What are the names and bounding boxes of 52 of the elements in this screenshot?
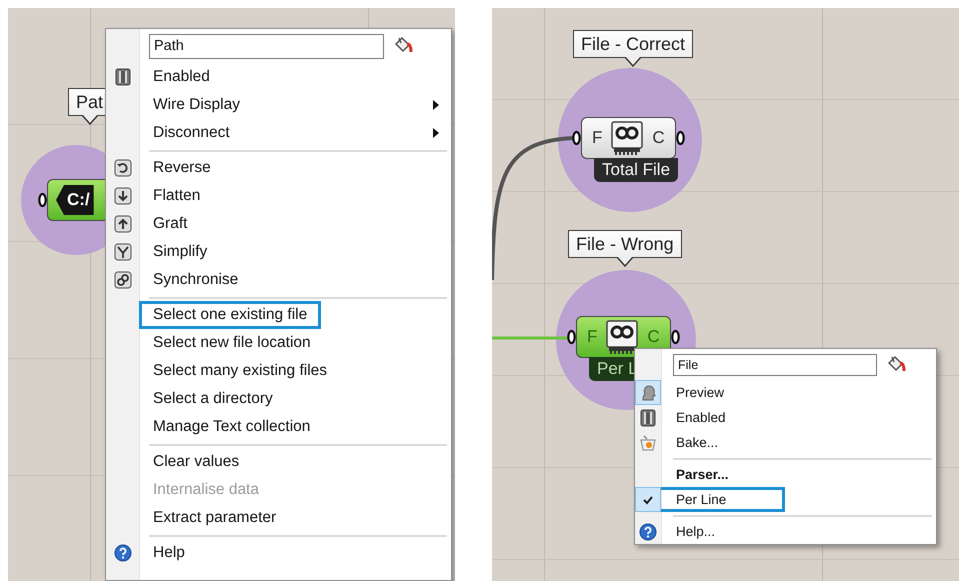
menu-item[interactable]: Bake...: [635, 430, 936, 455]
input-label: F: [592, 128, 602, 148]
name-bubble: File - Wrong: [568, 230, 682, 258]
device-icon: [606, 320, 638, 354]
bubble-pointer-icon: [82, 114, 98, 124]
output-label: C: [652, 128, 665, 148]
menu-item[interactable]: Parser...: [635, 462, 936, 487]
menu-item[interactable]: Extract parameter: [106, 504, 451, 532]
menu-item[interactable]: Clear values: [106, 448, 451, 476]
toggle-icon: [114, 68, 132, 86]
path-tag: C:/: [56, 185, 94, 215]
port-icon[interactable]: [572, 130, 581, 146]
menu-item[interactable]: Help...: [635, 519, 936, 544]
help-icon: [114, 544, 132, 562]
cup-icon: [639, 434, 657, 452]
menu-item[interactable]: Select new file location: [106, 329, 451, 357]
menu-item[interactable]: Synchronise: [106, 266, 451, 294]
port-icon[interactable]: [38, 192, 47, 208]
port-icon[interactable]: [670, 329, 680, 345]
check-mark-icon: [642, 494, 654, 506]
output-label: C: [647, 327, 660, 347]
menu-item[interactable]: Help: [106, 539, 451, 567]
component-name-tag: Total File: [594, 158, 678, 182]
menu-item[interactable]: Flatten: [106, 182, 451, 210]
bubble-pointer-icon: [616, 256, 633, 266]
bubble-pointer-icon: [625, 56, 641, 66]
name-bubble: File - Correct: [573, 30, 694, 58]
menu-item[interactable]: Select many existing files: [106, 357, 451, 385]
input-label: F: [587, 327, 598, 347]
submenu-arrow-icon: [433, 128, 439, 138]
menu-item[interactable]: Disconnect: [106, 119, 451, 147]
port-icon[interactable]: [567, 329, 576, 345]
fork-icon: [114, 243, 132, 261]
submenu-arrow-icon: [433, 100, 439, 110]
toggle-icon: [639, 408, 657, 426]
name-field[interactable]: File: [673, 354, 877, 376]
device-icon: [611, 121, 644, 155]
link-icon: [114, 271, 132, 289]
menu-item[interactable]: Preview: [635, 380, 936, 405]
menu-item[interactable]: Select one existing file: [106, 301, 451, 329]
name-field[interactable]: Path: [149, 34, 384, 58]
help-icon: [639, 522, 657, 540]
menu-item[interactable]: Enabled: [106, 63, 451, 91]
port-icon[interactable]: [676, 130, 685, 146]
menu-item[interactable]: Reverse: [106, 154, 451, 182]
menu-item[interactable]: Select a directory: [106, 385, 451, 413]
menu-item[interactable]: Graft: [106, 210, 451, 238]
menu-item[interactable]: Manage Text collection: [106, 413, 451, 441]
menu-item[interactable]: Simplify: [106, 238, 451, 266]
menu-item[interactable]: Enabled: [635, 405, 936, 430]
menu-item[interactable]: Per Line: [635, 487, 786, 512]
reverse-icon: [114, 159, 132, 177]
